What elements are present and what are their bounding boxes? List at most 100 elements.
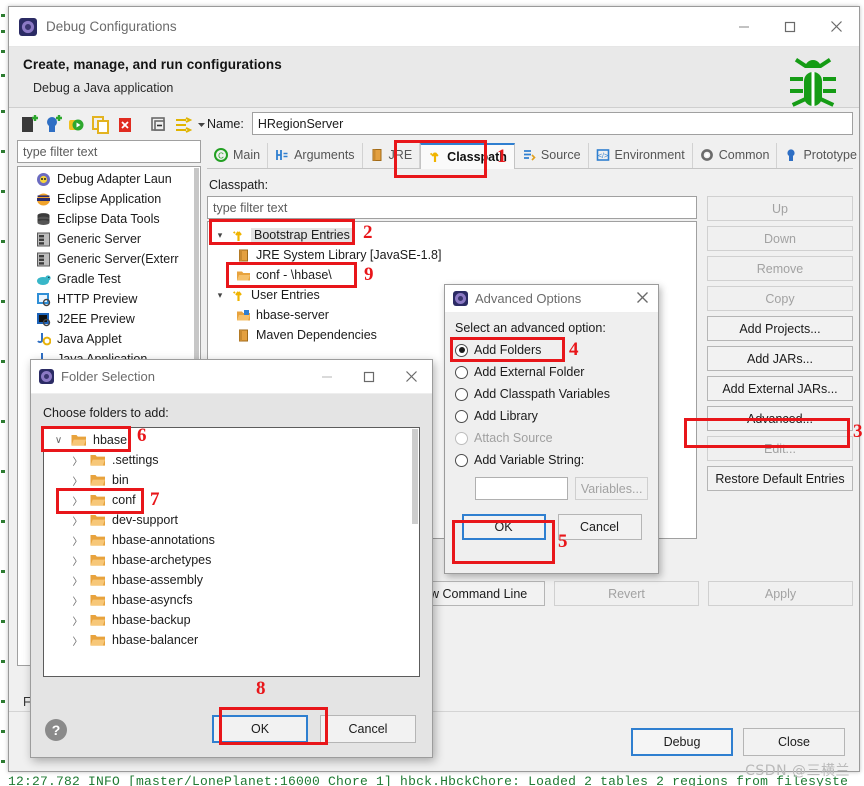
folder-node-hbase-annotations[interactable]: 〉 hbase-annotations: [44, 530, 419, 550]
maximize-button[interactable]: [767, 7, 813, 47]
debug-button[interactable]: Debug: [631, 727, 733, 756]
folder-ok-button[interactable]: OK: [212, 715, 308, 743]
tree-item-eclipse-application[interactable]: Eclipse Application: [18, 189, 200, 209]
expand-arrow[interactable]: 〉: [71, 513, 84, 528]
add-folders-radio[interactable]: Add Folders: [455, 339, 648, 361]
close-dialog-button[interactable]: Close: [743, 727, 845, 756]
help-icon[interactable]: ?: [45, 719, 67, 741]
expand-arrow[interactable]: 〉: [71, 453, 84, 468]
folder-node-hbase-balancer[interactable]: 〉 hbase-balancer: [44, 630, 419, 650]
remove-button[interactable]: Remove: [707, 256, 853, 281]
tab-prototype[interactable]: Prototype: [777, 143, 864, 168]
editor-tabs: C Main Arguments JRE Classpath Source </…: [207, 143, 864, 169]
classpath-row-label: Maven Dependencies: [256, 328, 377, 342]
add-jars-button[interactable]: Add JARs...: [707, 346, 853, 371]
expand-arrow[interactable]: 〉: [71, 613, 84, 628]
name-input[interactable]: HRegionServer: [251, 112, 853, 135]
expand-arrow[interactable]: 〉: [71, 593, 84, 608]
folder-cancel-button[interactable]: Cancel: [320, 715, 416, 743]
folder-tree[interactable]: ∨ hbase 〉 .settings 〉 bin 〉 conf 〉 dev-s…: [43, 427, 420, 677]
restore-default-entries-button[interactable]: Restore Default Entries: [707, 466, 853, 491]
classpath-row-label: User Entries: [251, 288, 320, 302]
expand-arrow[interactable]: ∨: [52, 435, 65, 446]
expand-arrow[interactable]: 〉: [71, 473, 84, 488]
advanced-ok-button[interactable]: OK: [461, 514, 546, 540]
tree-item-generic-server[interactable]: Generic Server: [18, 229, 200, 249]
tab-main[interactable]: C Main: [207, 143, 269, 168]
copy-button[interactable]: Copy: [707, 286, 853, 311]
folder-dialog-maximize-button[interactable]: [348, 360, 390, 394]
tree-item-j2ee-preview[interactable]: J2EE Preview: [18, 309, 200, 329]
tree-item-eclipse-data-tools[interactable]: Eclipse Data Tools: [18, 209, 200, 229]
classpath-filter-input[interactable]: type filter text: [207, 196, 697, 219]
revert-button[interactable]: Revert: [554, 581, 699, 606]
tree-item-generic-server-external[interactable]: Generic Server(Exterr: [18, 249, 200, 269]
link-icon[interactable]: [173, 115, 193, 135]
delete-icon[interactable]: [115, 115, 135, 135]
tab-common[interactable]: Common: [693, 143, 778, 168]
hbase-root-node[interactable]: ∨ hbase: [44, 430, 419, 450]
radio-label: Add Variable String:: [474, 453, 585, 467]
advanced-dialog-close-icon[interactable]: [636, 291, 649, 307]
expand-arrow[interactable]: 〉: [71, 493, 84, 508]
conf-hbase-classpath-row[interactable]: conf - \hbase\: [208, 265, 696, 285]
expand-arrow[interactable]: 〉: [71, 573, 84, 588]
variables-button[interactable]: Variables...: [575, 477, 648, 500]
add-external-jars-button[interactable]: Add External JARs...: [707, 376, 853, 401]
tab-environment[interactable]: </> Environment: [589, 143, 693, 168]
folder-node-dev-support[interactable]: 〉 dev-support: [44, 510, 419, 530]
add-library-radio[interactable]: Add Library: [455, 405, 648, 427]
folder-tree-scrollbar[interactable]: [412, 429, 418, 524]
folder-node-label: .settings: [112, 453, 159, 467]
expand-arrow[interactable]: ▾: [214, 290, 226, 301]
prototype-tab-icon: [784, 148, 798, 162]
view-menu-icon[interactable]: [197, 115, 206, 135]
page-subtitle: Debug a Java application: [33, 81, 174, 95]
folder-dialog-minimize-button[interactable]: [306, 360, 348, 394]
add-variable-string-radio[interactable]: Add Variable String:: [455, 449, 648, 471]
tab-source[interactable]: Source: [515, 143, 589, 168]
down-button[interactable]: Down: [707, 226, 853, 251]
jre-tab-icon: [370, 148, 384, 162]
bootstrap-entries-row[interactable]: ▾ Bootstrap Entries: [208, 225, 696, 245]
variable-string-input[interactable]: [475, 477, 569, 500]
launch-icon[interactable]: [67, 115, 87, 135]
expand-arrow[interactable]: 〉: [71, 533, 84, 548]
expand-arrow[interactable]: ▾: [214, 230, 226, 241]
folder-node-settings[interactable]: 〉 .settings: [44, 450, 419, 470]
config-filter-input[interactable]: type filter text: [17, 140, 201, 163]
folder-node-hbase-backup[interactable]: 〉 hbase-backup: [44, 610, 419, 630]
conf-node[interactable]: 〉 conf: [44, 490, 419, 510]
folder-dialog-close-button[interactable]: [390, 360, 432, 394]
tree-item-debug-adapter[interactable]: Debug Adapter Laun: [18, 169, 200, 189]
expand-arrow[interactable]: 〉: [71, 553, 84, 568]
folder-open-icon: [90, 633, 106, 647]
add-external-folder-radio[interactable]: Add External Folder: [455, 361, 648, 383]
close-button[interactable]: [813, 7, 859, 47]
duplicate-icon[interactable]: [91, 115, 111, 135]
add-classpath-variables-radio[interactable]: Add Classpath Variables: [455, 383, 648, 405]
console-gutter: [0, 0, 7, 786]
tab-jre[interactable]: JRE: [363, 143, 421, 168]
tree-item-http-preview[interactable]: HTTP Preview: [18, 289, 200, 309]
advanced-button[interactable]: Advanced...: [707, 406, 853, 431]
folder-node-hbase-asyncfs[interactable]: 〉 hbase-asyncfs: [44, 590, 419, 610]
tab-classpath[interactable]: Classpath: [420, 143, 515, 169]
apply-button[interactable]: Apply: [708, 581, 853, 606]
up-button[interactable]: Up: [707, 196, 853, 221]
new-prototype-icon[interactable]: [43, 115, 63, 135]
tree-item-java-applet[interactable]: Java Applet: [18, 329, 200, 349]
tab-arguments[interactable]: Arguments: [268, 143, 363, 168]
folder-node-hbase-archetypes[interactable]: 〉 hbase-archetypes: [44, 550, 419, 570]
edit-button[interactable]: Edit...: [707, 436, 853, 461]
folder-node-bin[interactable]: 〉 bin: [44, 470, 419, 490]
collapse-all-icon[interactable]: [149, 115, 169, 135]
new-config-icon[interactable]: [19, 115, 39, 135]
advanced-cancel-button[interactable]: Cancel: [557, 514, 642, 540]
tree-item-gradle-test[interactable]: Gradle Test: [18, 269, 200, 289]
add-projects-button[interactable]: Add Projects...: [707, 316, 853, 341]
jre-system-library-row[interactable]: JRE System Library [JavaSE-1.8]: [208, 245, 696, 265]
minimize-button[interactable]: [721, 7, 767, 47]
expand-arrow[interactable]: 〉: [71, 633, 84, 648]
folder-node-hbase-assembly[interactable]: 〉 hbase-assembly: [44, 570, 419, 590]
